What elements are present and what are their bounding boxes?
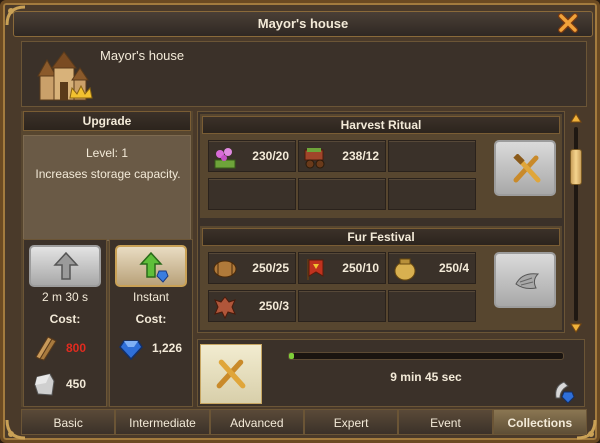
- slot-value: 250/4: [438, 261, 469, 275]
- slot-value: 238/12: [342, 149, 379, 163]
- scroll-up-icon[interactable]: [570, 113, 582, 123]
- arrow-up-icon: [53, 251, 79, 280]
- close-button[interactable]: [557, 12, 579, 34]
- cost-gems-value: 1,226: [152, 341, 183, 355]
- collection-slot: 238/12: [298, 140, 386, 172]
- arrow-up-gem-icon: [139, 251, 169, 283]
- flowers-icon: [214, 148, 236, 169]
- collection-slot-empty: [388, 140, 476, 172]
- pelt-icon: [214, 296, 236, 320]
- queue-progress-bar: [288, 352, 564, 360]
- crossed-tools-icon: [513, 154, 541, 183]
- collection-slot: 250/4: [388, 252, 476, 284]
- scroll-down-icon[interactable]: [570, 323, 582, 333]
- stone-icon: [34, 373, 55, 396]
- honey-pot-icon: [394, 258, 416, 281]
- upgrade-description: Increases storage capacity.: [35, 167, 181, 181]
- queue-time-left: 9 min 45 sec: [390, 370, 462, 384]
- cart-icon: [304, 148, 325, 169]
- building-header: Mayor's house: [21, 41, 587, 107]
- collections-scrollbar[interactable]: [567, 111, 585, 335]
- slot-value: 230/20: [252, 149, 289, 163]
- instant-label: Instant: [132, 290, 170, 304]
- collection-slot: 250/10: [298, 252, 386, 284]
- upgrade-panel: Upgrade Level: 1 Increases storage capac…: [21, 111, 193, 407]
- tab-advanced[interactable]: Advanced: [209, 409, 304, 435]
- category-tabs: Basic Intermediate Advanced Expert Event…: [21, 409, 587, 435]
- speedup-icon[interactable]: [550, 378, 576, 404]
- slot-value: 250/3: [258, 299, 289, 313]
- barrel-icon: [213, 260, 237, 278]
- queue-item[interactable]: [200, 344, 262, 404]
- collection-slot: 250/3: [208, 290, 296, 322]
- upgrade-time: 2 m 30 s: [41, 290, 89, 304]
- collections-list: Harvest Ritual 230/20 238/12 Fur Festiva…: [197, 111, 565, 333]
- upgrade-level: Level: 1: [85, 146, 129, 160]
- slot-value: 250/25: [252, 261, 289, 275]
- cost-label: Cost:: [49, 312, 81, 326]
- gem-icon: [119, 340, 143, 361]
- cost-planks: 800: [32, 334, 86, 362]
- close-icon: [558, 13, 578, 33]
- cost-stone-value: 450: [66, 377, 87, 391]
- collection-slot-empty: [298, 178, 386, 210]
- upgrade-title: Upgrade: [23, 111, 191, 131]
- crossed-tools-icon: [216, 359, 246, 389]
- production-queue: 9 min 45 sec: [197, 339, 585, 407]
- tab-expert[interactable]: Expert: [303, 409, 399, 435]
- planks-icon: [35, 336, 57, 361]
- building-name: Mayor's house: [100, 48, 185, 63]
- instant-upgrade-button[interactable]: [115, 245, 187, 287]
- tab-event[interactable]: Event: [398, 409, 493, 435]
- cost-planks-value: 800: [66, 341, 87, 355]
- cost-gems: 1,226: [118, 334, 182, 362]
- collection-harvest-ritual: Harvest Ritual 230/20 238/12: [200, 114, 562, 218]
- mayors-house-icon: [34, 48, 94, 106]
- collection-slot-empty: [388, 178, 476, 210]
- tab-basic[interactable]: Basic: [21, 409, 116, 435]
- slot-value: 250/10: [342, 261, 379, 275]
- scroll-thumb[interactable]: [570, 149, 582, 185]
- normal-upgrade-column: 2 m 30 s Cost: 800 450: [23, 239, 107, 407]
- collection-title: Fur Festival: [202, 228, 560, 246]
- window-title: Mayor's house: [13, 11, 593, 37]
- mayors-house-window: Mayor's house Mayor's house Upgrade Leve…: [0, 0, 600, 443]
- collection-slot-empty: [298, 290, 386, 322]
- claim-collection-button-disabled[interactable]: [494, 252, 556, 308]
- upgrade-info: Level: 1 Increases storage capacity.: [23, 135, 191, 241]
- pelt-bundle-icon: [515, 273, 540, 289]
- collection-slot: 230/20: [208, 140, 296, 172]
- instant-cost-label: Cost:: [135, 312, 167, 326]
- upgrade-button[interactable]: [29, 245, 101, 287]
- instant-upgrade-column: Instant Cost: 1,226: [109, 239, 193, 407]
- queue-progress-fill: [289, 353, 295, 359]
- cost-stone: 450: [32, 370, 86, 398]
- collection-fur-festival: Fur Festival 250/25 250/10 250/4 250/3: [200, 226, 562, 330]
- banner-icon: [307, 259, 324, 280]
- collection-slot-empty: [208, 178, 296, 210]
- collection-slot-empty: [388, 290, 476, 322]
- tab-collections[interactable]: Collections: [492, 409, 587, 435]
- collection-title: Harvest Ritual: [202, 116, 560, 134]
- tab-intermediate[interactable]: Intermediate: [115, 409, 210, 435]
- collection-slot: 250/25: [208, 252, 296, 284]
- claim-collection-button[interactable]: [494, 140, 556, 196]
